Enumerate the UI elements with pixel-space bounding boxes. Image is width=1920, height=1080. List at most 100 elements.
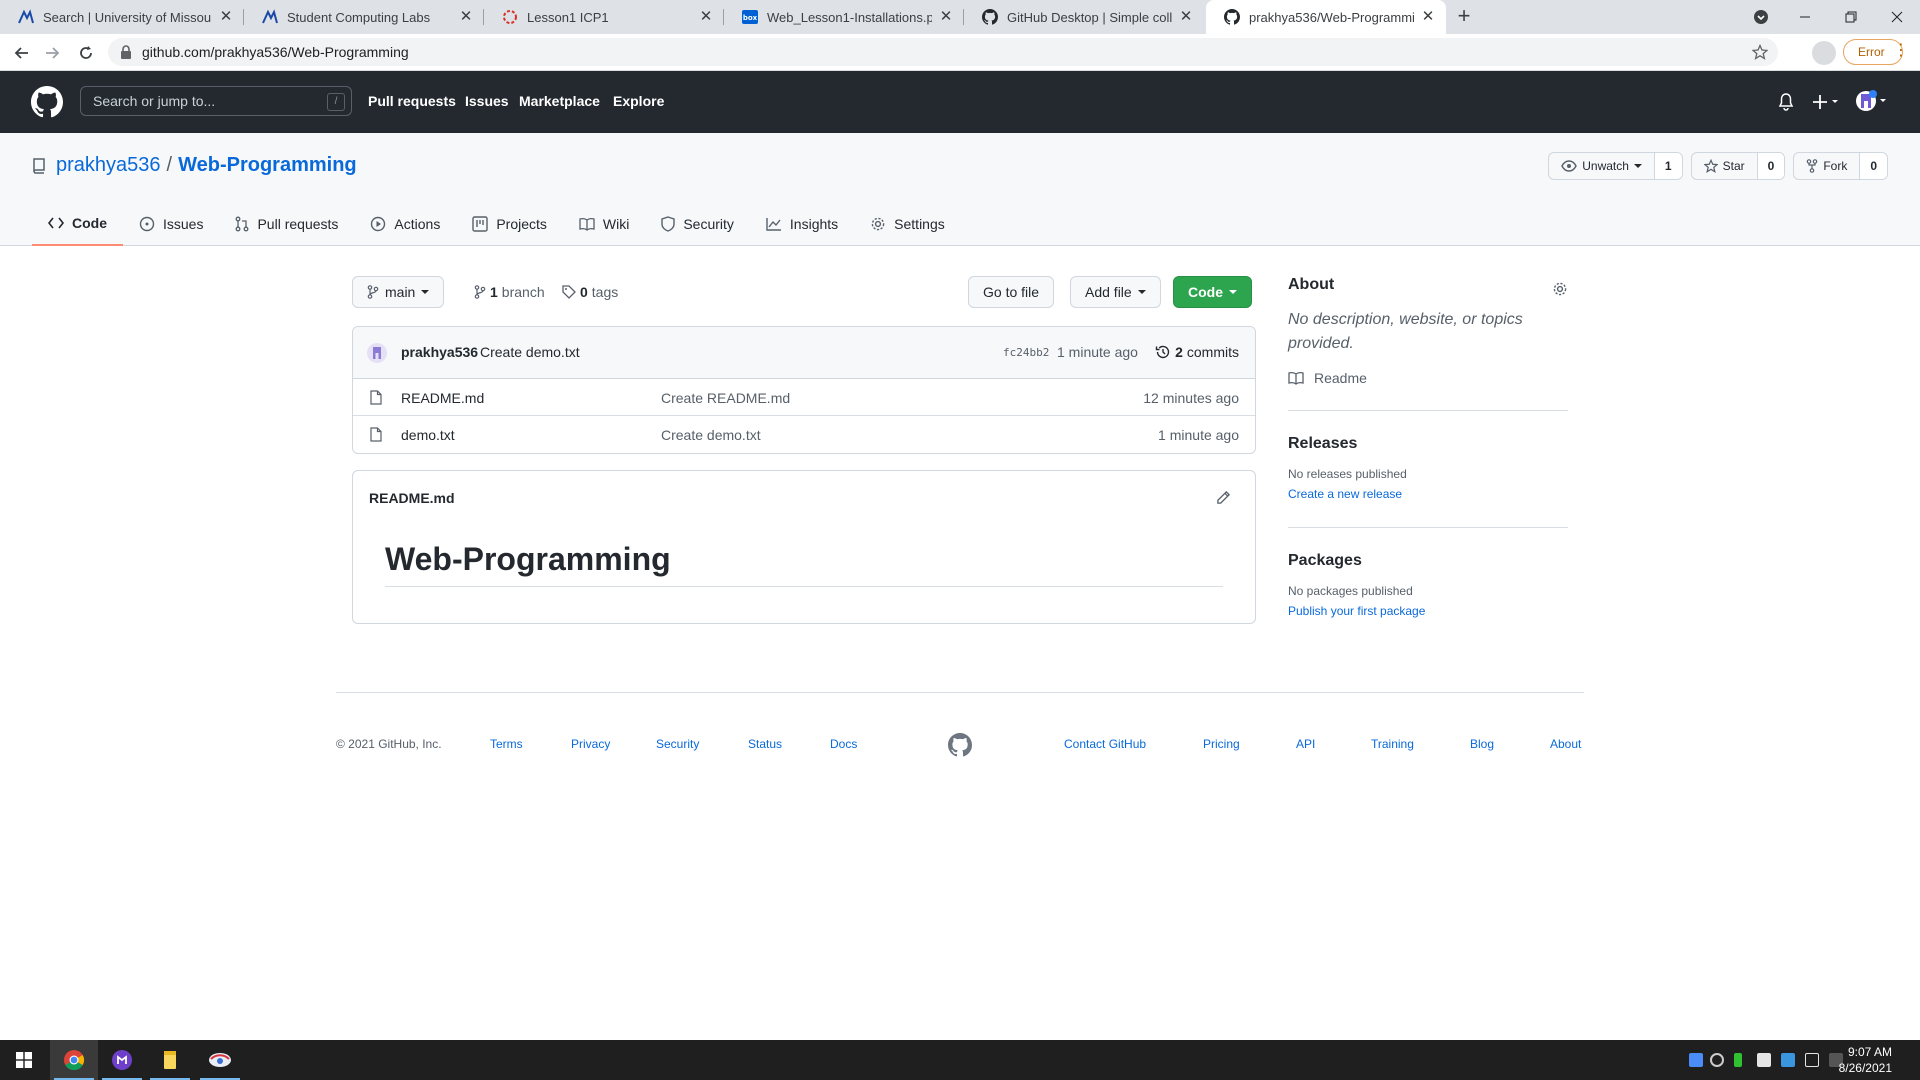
close-icon[interactable]: ✕ [218, 9, 234, 25]
close-icon[interactable]: ✕ [458, 9, 474, 25]
releases-heading[interactable]: Releases [1288, 435, 1568, 453]
display-tray-icon[interactable] [1805, 1053, 1819, 1067]
footer-link-privacy[interactable]: Privacy [571, 737, 610, 751]
repo-name-link[interactable]: Web-Programming [178, 154, 357, 177]
bookmark-star-icon[interactable] [1752, 44, 1768, 60]
restore-icon[interactable] [1828, 0, 1874, 34]
commits-link[interactable]: 2 commits [1155, 344, 1239, 360]
browser-tab[interactable]: box Web_Lesson1-Installations.pptx | ✕ [724, 0, 964, 34]
bell-icon[interactable] [1778, 93, 1794, 111]
windows-start-icon[interactable] [0, 1040, 48, 1080]
commit-count: 2 [1175, 344, 1183, 360]
file-explorer-taskbar-icon[interactable] [146, 1040, 194, 1080]
app-taskbar-icon[interactable] [196, 1040, 244, 1080]
fork-button[interactable]: Fork 0 [1793, 152, 1888, 180]
search-input[interactable]: Search or jump to... / [80, 86, 352, 116]
github-mark-icon[interactable] [948, 733, 972, 757]
footer-link-status[interactable]: Status [748, 737, 782, 751]
more-menu-icon[interactable]: ⋮ [1893, 43, 1909, 59]
tab-actions[interactable]: Actions [354, 201, 456, 246]
tab-projects[interactable]: Projects [456, 201, 563, 246]
browser-tab[interactable]: GitHub Desktop | Simple collabora ✕ [964, 0, 1204, 34]
commit-author-avatar[interactable] [367, 343, 387, 363]
tab-security[interactable]: Security [645, 201, 750, 246]
commit-message[interactable]: Create demo.txt [480, 344, 580, 360]
readme-filename[interactable]: README.md [369, 490, 455, 506]
tab-pull-requests[interactable]: Pull requests [219, 201, 354, 246]
branch-select-button[interactable]: main [352, 276, 445, 308]
add-file-button[interactable]: Add file [1070, 276, 1161, 308]
tab-code[interactable]: Code [32, 201, 123, 246]
go-to-file-button[interactable]: Go to file [968, 276, 1055, 308]
star-count[interactable]: 0 [1756, 153, 1785, 179]
fork-count[interactable]: 0 [1859, 153, 1887, 179]
github-logo-icon[interactable] [31, 86, 63, 118]
gear-icon [870, 216, 886, 232]
commit-sha[interactable]: fc24bb2 [1003, 346, 1049, 359]
nav-explore[interactable]: Explore [613, 93, 664, 109]
readme-link[interactable]: Readme [1288, 370, 1568, 386]
repo-owner-link[interactable]: prakhya536 [56, 154, 161, 177]
footer-link-blog[interactable]: Blog [1470, 737, 1494, 751]
footer-link-docs[interactable]: Docs [830, 737, 857, 751]
close-window-icon[interactable] [1874, 0, 1920, 34]
reload-icon[interactable] [72, 39, 100, 67]
nav-issues[interactable]: Issues [465, 93, 509, 109]
tab-issues[interactable]: Issues [123, 201, 219, 246]
unwatch-button[interactable]: Unwatch 1 [1548, 152, 1683, 180]
tags-link[interactable]: 0 tags [562, 284, 618, 300]
footer-link-contact[interactable]: Contact GitHub [1064, 737, 1146, 751]
star-button[interactable]: Star 0 [1690, 152, 1786, 180]
zoom-tray-icon[interactable] [1689, 1053, 1703, 1067]
address-bar[interactable]: github.com/prakhya536/Web-Programming [108, 38, 1778, 66]
close-icon[interactable]: ✕ [1178, 9, 1194, 25]
tab-search-icon[interactable] [1738, 0, 1784, 34]
close-icon[interactable]: ✕ [938, 9, 954, 25]
code-button[interactable]: Code [1173, 276, 1252, 308]
footer-link-terms[interactable]: Terms [490, 737, 523, 751]
file-name[interactable]: demo.txt [401, 427, 455, 443]
tab-settings[interactable]: Settings [854, 201, 961, 246]
close-icon[interactable]: ✕ [698, 9, 714, 25]
branches-link[interactable]: 1 branch [474, 284, 545, 300]
github-desktop-taskbar-icon[interactable] [98, 1040, 146, 1080]
footer-link-about[interactable]: About [1550, 737, 1581, 751]
back-icon[interactable] [8, 39, 36, 67]
tab-insights[interactable]: Insights [750, 201, 854, 246]
commit-author[interactable]: prakhya536 [401, 344, 478, 360]
close-icon[interactable]: ✕ [1420, 9, 1436, 25]
nav-marketplace[interactable]: Marketplace [519, 93, 600, 109]
create-release-link[interactable]: Create a new release [1288, 487, 1402, 501]
nav-pull-requests[interactable]: Pull requests [368, 93, 456, 109]
browser-tab[interactable]: Search | University of Missouri - K ✕ [0, 0, 244, 34]
gear-icon[interactable] [1552, 281, 1568, 297]
browser-tab[interactable]: Student Computing Labs ✕ [244, 0, 484, 34]
browser-tab-active[interactable]: prakhya536/Web-Programming ✕ [1206, 0, 1446, 34]
footer-link-security[interactable]: Security [656, 737, 699, 751]
footer-link-pricing[interactable]: Pricing [1203, 737, 1240, 751]
publish-package-link[interactable]: Publish your first package [1288, 604, 1425, 618]
footer-link-api[interactable]: API [1296, 737, 1315, 751]
create-new-icon[interactable] [1812, 93, 1842, 111]
forward-icon[interactable] [38, 39, 66, 67]
cloud-tray-icon[interactable] [1710, 1053, 1724, 1067]
browser-tab[interactable]: Lesson1 ICP1 ✕ [484, 0, 724, 34]
system-clock[interactable]: 9:07 AM 8/26/2021 [1839, 1044, 1892, 1076]
watch-count[interactable]: 1 [1653, 153, 1682, 179]
file-commit-message[interactable]: Create README.md [661, 390, 790, 406]
file-commit-message[interactable]: Create demo.txt [661, 427, 761, 443]
pencil-icon[interactable] [1216, 490, 1231, 505]
chrome-taskbar-icon[interactable] [50, 1040, 98, 1080]
user-avatar-icon[interactable] [1855, 90, 1889, 112]
minimize-icon[interactable] [1782, 0, 1828, 34]
flag-tray-icon[interactable] [1734, 1053, 1742, 1067]
security-tray-icon[interactable] [1757, 1053, 1771, 1067]
network-tray-icon[interactable] [1781, 1053, 1795, 1067]
profile-avatar[interactable] [1812, 41, 1836, 65]
lock-icon[interactable] [120, 45, 132, 59]
file-name[interactable]: README.md [401, 390, 484, 406]
new-tab-button[interactable]: + [1452, 5, 1476, 29]
packages-heading[interactable]: Packages [1288, 552, 1568, 570]
footer-link-training[interactable]: Training [1371, 737, 1414, 751]
tab-wiki[interactable]: Wiki [563, 201, 645, 246]
